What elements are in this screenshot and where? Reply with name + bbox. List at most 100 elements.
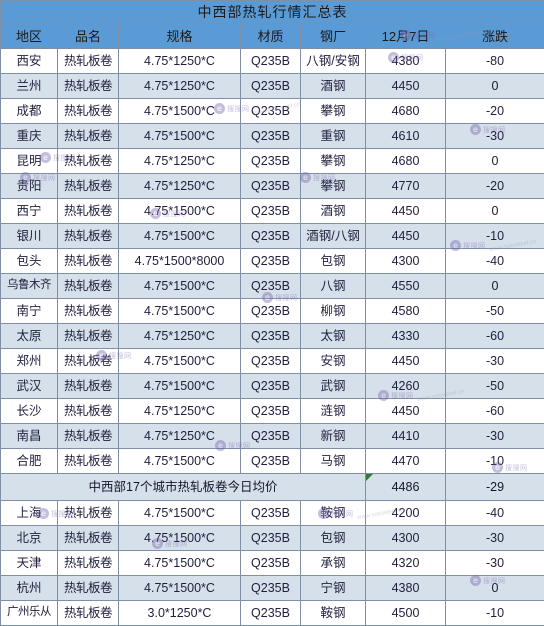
table-row[interactable]: 北京热轧板卷4.75*1500*CQ235B包钢4300-30	[1, 526, 544, 551]
cell-price: 4680	[366, 99, 446, 124]
cell-material: Q235B	[241, 501, 301, 526]
table-body: 中西部热轧行情汇总表 地区 品名 规格 材质 钢厂 12月7日 涨跌 西安热轧板…	[1, 1, 544, 626]
cell-price: 4260	[366, 374, 446, 399]
table-row[interactable]: 太原热轧板卷4.75*1250*CQ235B太钢4330-60	[1, 324, 544, 349]
table-row[interactable]: 南昌热轧板卷4.75*1250*CQ235B新钢4410-30	[1, 424, 544, 449]
column-header-change[interactable]: 涨跌	[446, 24, 544, 49]
table-row[interactable]: 乌鲁木齐热轧板卷4.75*1500*CQ235B八钢45500	[1, 274, 544, 299]
cell-change: 0	[446, 274, 544, 299]
cell-price: 4300	[366, 526, 446, 551]
cell-change: -40	[446, 249, 544, 274]
cell-change: -40	[446, 501, 544, 526]
cell-mill: 宁钢	[301, 576, 366, 601]
cell-product: 热轧板卷	[58, 324, 119, 349]
table-row[interactable]: 长沙热轧板卷4.75*1250*CQ235B涟钢4450-60	[1, 399, 544, 424]
table-row[interactable]: 广州乐从热轧板卷3.0*1250*CQ235B鞍钢4500-10	[1, 601, 544, 626]
cell-spec: 4.75*1500*C	[119, 99, 241, 124]
cell-region: 贵阳	[1, 174, 58, 199]
table-row[interactable]: 西安热轧板卷4.75*1250*CQ235B八钢/安钢4380-80	[1, 49, 544, 74]
cell-price: 4470	[366, 449, 446, 474]
table-row[interactable]: 包头热轧板卷4.75*1500*8000Q235B包钢4300-40	[1, 249, 544, 274]
cell-change: -50	[446, 374, 544, 399]
cell-material: Q235B	[241, 149, 301, 174]
cell-spec: 4.75*1500*C	[119, 501, 241, 526]
cell-region: 北京	[1, 526, 58, 551]
cell-price: 4450	[366, 399, 446, 424]
cell-price: 4610	[366, 124, 446, 149]
cell-change: -20	[446, 99, 544, 124]
cell-change: -10	[446, 601, 544, 626]
column-header-price[interactable]: 12月7日	[366, 24, 446, 49]
cell-price: 4200	[366, 501, 446, 526]
cell-product: 热轧板卷	[58, 449, 119, 474]
cell-product: 热轧板卷	[58, 601, 119, 626]
table-row[interactable]: 天津热轧板卷4.75*1500*CQ235B承钢4320-30	[1, 551, 544, 576]
column-header-spec[interactable]: 规格	[119, 24, 241, 49]
cell-material: Q235B	[241, 576, 301, 601]
table-row[interactable]: 银川热轧板卷4.75*1500*CQ235B酒钢/八钢4450-10	[1, 224, 544, 249]
cell-mill: 酒钢	[301, 199, 366, 224]
cell-product: 热轧板卷	[58, 274, 119, 299]
cell-product: 热轧板卷	[58, 424, 119, 449]
cell-spec: 3.0*1250*C	[119, 601, 241, 626]
cell-spec: 4.75*1500*C	[119, 199, 241, 224]
table-row[interactable]: 重庆热轧板卷4.75*1500*CQ235B重钢4610-30	[1, 124, 544, 149]
column-header-mill[interactable]: 钢厂	[301, 24, 366, 49]
column-header-region[interactable]: 地区	[1, 24, 58, 49]
cell-mill: 重钢	[301, 124, 366, 149]
cell-mill: 涟钢	[301, 399, 366, 424]
cell-material: Q235B	[241, 601, 301, 626]
cell-mill: 鞍钢	[301, 501, 366, 526]
cell-material: Q235B	[241, 551, 301, 576]
cell-mill: 马钢	[301, 449, 366, 474]
cell-comment-marker-icon	[366, 474, 373, 481]
cell-change: -30	[446, 526, 544, 551]
table-row[interactable]: 杭州热轧板卷4.75*1500*CQ235B宁钢43800	[1, 576, 544, 601]
cell-change: -10	[446, 449, 544, 474]
cell-material: Q235B	[241, 399, 301, 424]
table-row[interactable]: 西宁热轧板卷4.75*1500*CQ235B酒钢44500	[1, 199, 544, 224]
cell-price: 4580	[366, 299, 446, 324]
column-header-product[interactable]: 品名	[58, 24, 119, 49]
cell-change: -20	[446, 174, 544, 199]
cell-product: 热轧板卷	[58, 49, 119, 74]
page-title: 中西部热轧行情汇总表	[1, 1, 544, 24]
cell-material: Q235B	[241, 349, 301, 374]
cell-spec: 4.75*1500*C	[119, 449, 241, 474]
cell-mill: 攀钢	[301, 174, 366, 199]
summary-change: -29	[446, 474, 544, 501]
cell-mill: 安钢	[301, 349, 366, 374]
cell-change: 0	[446, 199, 544, 224]
table-row[interactable]: 兰州热轧板卷4.75*1250*CQ235B酒钢44500	[1, 74, 544, 99]
cell-material: Q235B	[241, 324, 301, 349]
cell-mill: 鞍钢	[301, 601, 366, 626]
cell-change: -30	[446, 124, 544, 149]
column-header-material[interactable]: 材质	[241, 24, 301, 49]
cell-product: 热轧板卷	[58, 249, 119, 274]
cell-product: 热轧板卷	[58, 551, 119, 576]
cell-product: 热轧板卷	[58, 501, 119, 526]
cell-mill: 承钢	[301, 551, 366, 576]
cell-change: -10	[446, 224, 544, 249]
cell-region: 天津	[1, 551, 58, 576]
cell-price: 4500	[366, 601, 446, 626]
table-row[interactable]: 贵阳热轧板卷4.75*1250*CQ235B攀钢4770-20	[1, 174, 544, 199]
table-row[interactable]: 南宁热轧板卷4.75*1500*CQ235B柳钢4580-50	[1, 299, 544, 324]
title-row: 中西部热轧行情汇总表	[1, 1, 544, 24]
table-row[interactable]: 成都热轧板卷4.75*1500*CQ235B攀钢4680-20	[1, 99, 544, 124]
cell-mill: 新钢	[301, 424, 366, 449]
cell-material: Q235B	[241, 449, 301, 474]
cell-change: 0	[446, 74, 544, 99]
cell-price: 4680	[366, 149, 446, 174]
table-row[interactable]: 武汉热轧板卷4.75*1500*CQ235B武钢4260-50	[1, 374, 544, 399]
cell-price: 4450	[366, 74, 446, 99]
cell-material: Q235B	[241, 299, 301, 324]
cell-region: 上海	[1, 501, 58, 526]
price-table: 中西部热轧行情汇总表 地区 品名 规格 材质 钢厂 12月7日 涨跌 西安热轧板…	[0, 0, 544, 626]
table-row[interactable]: 昆明热轧板卷4.75*1250*CQ235B攀钢46800	[1, 149, 544, 174]
table-row[interactable]: 郑州热轧板卷4.75*1500*CQ235B安钢4450-30	[1, 349, 544, 374]
cell-material: Q235B	[241, 424, 301, 449]
cell-price: 4550	[366, 274, 446, 299]
table-row[interactable]: 合肥热轧板卷4.75*1500*CQ235B马钢4470-10	[1, 449, 544, 474]
table-row[interactable]: 上海热轧板卷4.75*1500*CQ235B鞍钢4200-40	[1, 501, 544, 526]
